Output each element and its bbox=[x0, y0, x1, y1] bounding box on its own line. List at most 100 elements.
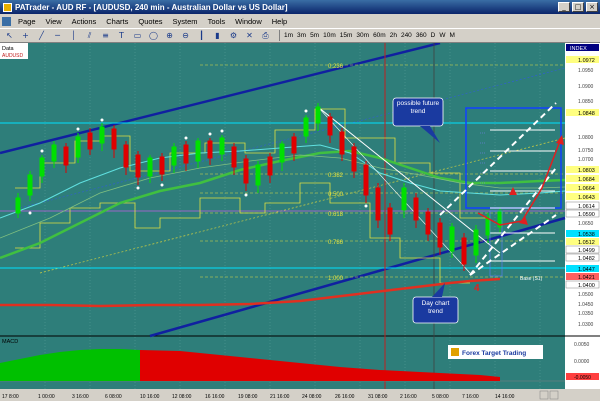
svg-text:1.0421: 1.0421 bbox=[578, 275, 595, 281]
close-button[interactable]: × bbox=[586, 2, 598, 12]
macd-logo: Forex Target Trading bbox=[448, 345, 543, 359]
svg-text:1.0900: 1.0900 bbox=[578, 84, 594, 90]
main-chart-background bbox=[0, 43, 565, 336]
svg-text:1.0538: 1.0538 bbox=[578, 232, 595, 238]
svg-text:1.0614: 1.0614 bbox=[578, 204, 595, 210]
svg-text:5 08:00: 5 08:00 bbox=[432, 394, 449, 400]
delete-icon[interactable]: ✕ bbox=[243, 30, 256, 41]
svg-text:12 08:00: 12 08:00 bbox=[172, 394, 192, 400]
tf-5m[interactable]: 5m bbox=[310, 32, 319, 39]
svg-text:24 08:00: 24 08:00 bbox=[302, 394, 322, 400]
svg-text:1.0850: 1.0850 bbox=[578, 99, 594, 105]
svg-text:1.0800: 1.0800 bbox=[578, 135, 594, 141]
menu-charts[interactable]: Charts bbox=[101, 17, 133, 26]
svg-text:3 16:00: 3 16:00 bbox=[72, 394, 89, 400]
menu-view[interactable]: View bbox=[41, 17, 67, 26]
candles-icon[interactable]: ▮ bbox=[211, 30, 224, 41]
tf-1m[interactable]: 1m bbox=[284, 32, 293, 39]
svg-text:1.0848: 1.0848 bbox=[578, 111, 595, 117]
window-controls: _ □ × bbox=[558, 2, 598, 12]
tf-3m[interactable]: 3m bbox=[297, 32, 306, 39]
tf-360[interactable]: 360 bbox=[416, 32, 427, 39]
svg-text:1.0950: 1.0950 bbox=[578, 68, 594, 74]
svg-text:19 08:00: 19 08:00 bbox=[238, 394, 258, 400]
fib-label: 1.000 bbox=[328, 276, 344, 282]
menu-system[interactable]: System bbox=[168, 17, 203, 26]
svg-text:Forex Target Trading: Forex Target Trading bbox=[462, 350, 526, 357]
svg-text:31 08:00: 31 08:00 bbox=[368, 394, 388, 400]
svg-text:1.0350: 1.0350 bbox=[578, 311, 594, 317]
tf-2h[interactable]: 2h bbox=[390, 32, 397, 39]
base-label: Base (S1) bbox=[520, 276, 543, 282]
fib-tool-icon[interactable]: ≡ bbox=[99, 30, 112, 41]
vline-tool-icon[interactable]: │ bbox=[67, 30, 80, 41]
fib-label: 0.236 bbox=[328, 64, 344, 70]
chart-window[interactable]: 0.236 0.382 0.500 0.618 0.786 1.000 poss… bbox=[0, 41, 600, 401]
svg-text:1 00:00: 1 00:00 bbox=[38, 394, 55, 400]
zoom-in-icon[interactable]: ⊕ bbox=[163, 30, 176, 41]
text-tool-icon[interactable]: T bbox=[115, 30, 128, 41]
channel-tool-icon[interactable]: ⫽ bbox=[83, 30, 96, 41]
symbol-label: AUDUSD bbox=[2, 53, 24, 59]
shape-tool-icon[interactable]: ▭ bbox=[131, 30, 144, 41]
index-label: INDEX bbox=[570, 46, 587, 52]
svg-text:1.0447: 1.0447 bbox=[578, 267, 595, 273]
bars-icon[interactable]: ┃ bbox=[195, 30, 208, 41]
tf-240[interactable]: 240 bbox=[401, 32, 412, 39]
minimize-button[interactable]: _ bbox=[558, 2, 570, 12]
ellipse-tool-icon[interactable]: ◯ bbox=[147, 30, 160, 41]
svg-text:14 16:00: 14 16:00 bbox=[495, 394, 515, 400]
svg-text:1.0750: 1.0750 bbox=[578, 148, 594, 154]
svg-text:1.0499: 1.0499 bbox=[578, 248, 595, 254]
svg-text:1.0450: 1.0450 bbox=[578, 302, 594, 308]
svg-text:6 08:00: 6 08:00 bbox=[105, 394, 122, 400]
svg-text:10 16:00: 10 16:00 bbox=[140, 394, 160, 400]
zoom-out-icon[interactable]: ⊖ bbox=[179, 30, 192, 41]
svg-text:26 16:00: 26 16:00 bbox=[335, 394, 355, 400]
svg-text:17 8:00: 17 8:00 bbox=[2, 394, 19, 400]
svg-text:1.0643: 1.0643 bbox=[578, 195, 595, 201]
tf-60m[interactable]: 60m bbox=[373, 32, 386, 39]
maximize-button[interactable]: □ bbox=[572, 2, 584, 12]
future-trend-text: possible future trend bbox=[396, 100, 440, 115]
svg-text:16 16:00: 16 16:00 bbox=[205, 394, 225, 400]
toolbar-separator bbox=[279, 30, 280, 41]
menu-help[interactable]: Help bbox=[267, 17, 292, 26]
menu-page[interactable]: Page bbox=[13, 17, 41, 26]
fib-label: 0.618 bbox=[328, 212, 344, 218]
toolbar: ↖ + ╱ ─ │ ⫽ ≡ T ▭ ◯ ⊕ ⊖ ┃ ▮ ⚙ ✕ ⎙ 1m 3m … bbox=[0, 28, 600, 43]
tf-w[interactable]: W bbox=[439, 32, 445, 39]
svg-text:1.0590: 1.0590 bbox=[578, 212, 595, 218]
tf-30m[interactable]: 30m bbox=[356, 32, 369, 39]
hline-tool-icon[interactable]: ─ bbox=[51, 30, 64, 41]
svg-text:1.0300: 1.0300 bbox=[578, 322, 594, 328]
tf-d[interactable]: D bbox=[431, 32, 436, 39]
title-bar: PATrader - AUD RF - [AUDUSD, 240 min - A… bbox=[0, 0, 600, 14]
app-icon bbox=[3, 2, 12, 12]
svg-text:1.0512: 1.0512 bbox=[578, 240, 595, 246]
wave-label: 4 bbox=[474, 283, 480, 294]
print-icon[interactable]: ⎙ bbox=[259, 30, 272, 41]
scroll-left-button[interactable] bbox=[539, 390, 549, 400]
menu-actions[interactable]: Actions bbox=[67, 17, 102, 26]
menu-window[interactable]: Window bbox=[230, 17, 267, 26]
data-label: Data bbox=[2, 46, 15, 52]
arrow-icon[interactable]: ↖ bbox=[3, 30, 16, 41]
tf-10m[interactable]: 10m bbox=[323, 32, 336, 39]
fib-label: 0.786 bbox=[328, 240, 344, 246]
menu-tools[interactable]: Tools bbox=[203, 17, 231, 26]
menu-quotes[interactable]: Quotes bbox=[133, 17, 167, 26]
tf-m[interactable]: M bbox=[450, 32, 455, 39]
svg-text:21 16:00: 21 16:00 bbox=[270, 394, 290, 400]
svg-text:1.0700: 1.0700 bbox=[578, 157, 594, 163]
scroll-right-button[interactable] bbox=[549, 390, 559, 400]
price-chart-svg[interactable]: 0.236 0.382 0.500 0.618 0.786 1.000 poss… bbox=[0, 41, 600, 401]
settings-icon[interactable]: ⚙ bbox=[227, 30, 240, 41]
line-tool-icon[interactable]: ╱ bbox=[35, 30, 48, 41]
crosshair-icon[interactable]: + bbox=[19, 30, 32, 41]
document-icon bbox=[2, 16, 11, 26]
svg-text:1.0650: 1.0650 bbox=[578, 221, 594, 227]
macd-label: MACD bbox=[2, 339, 18, 345]
tf-15m[interactable]: 15m bbox=[340, 32, 353, 39]
fib-label: 0.382 bbox=[328, 173, 344, 179]
